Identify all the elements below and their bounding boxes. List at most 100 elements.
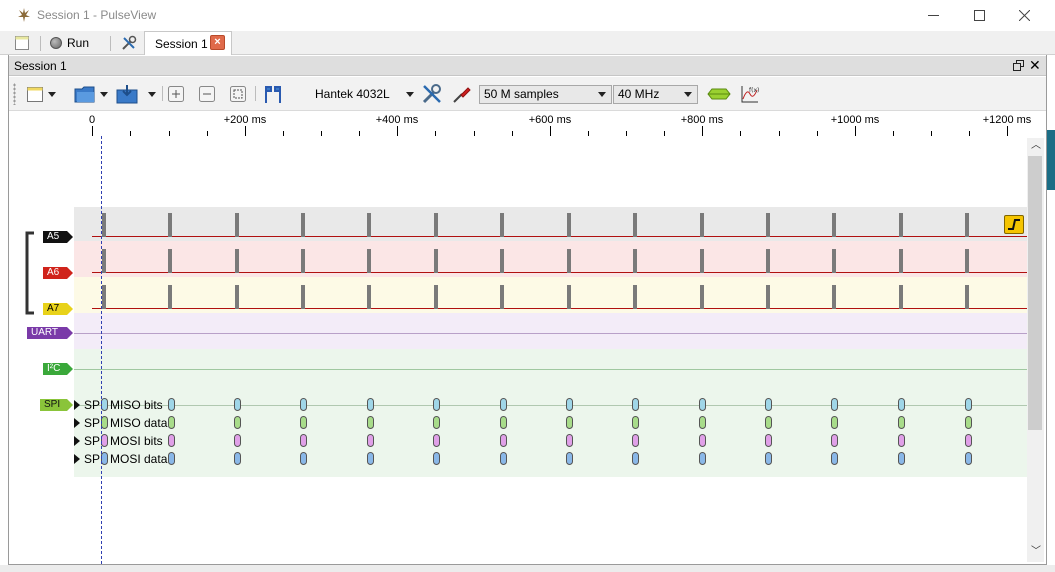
spi-row-mosi-data[interactable]: SPI: MOSI data xyxy=(74,452,167,466)
cursor-button[interactable] xyxy=(262,84,286,104)
spi-annotation[interactable] xyxy=(566,398,573,411)
spi-annotation[interactable] xyxy=(566,416,573,429)
device-config-button[interactable] xyxy=(421,84,443,104)
run-button[interactable]: Run xyxy=(50,34,89,52)
spi-annotation[interactable] xyxy=(699,398,706,411)
spi-annotation[interactable] xyxy=(965,452,972,465)
spi-annotation[interactable] xyxy=(831,398,838,411)
spi-annotation[interactable] xyxy=(765,398,772,411)
spi-annotation[interactable] xyxy=(831,434,838,447)
spi-annotation[interactable] xyxy=(765,434,772,447)
spi-annotation[interactable] xyxy=(300,434,307,447)
spi-annotation[interactable] xyxy=(300,398,307,411)
spi-annotation[interactable] xyxy=(168,416,175,429)
spi-annotation[interactable] xyxy=(433,452,440,465)
spi-annotation[interactable] xyxy=(433,434,440,447)
expand-arrow-icon[interactable] xyxy=(74,436,80,446)
minimize-button[interactable] xyxy=(910,0,956,31)
spi-annotation[interactable] xyxy=(831,452,838,465)
spi-annotation[interactable] xyxy=(632,434,639,447)
save-file-button[interactable] xyxy=(116,84,156,104)
spi-row-miso-data[interactable]: SPI: MISO data xyxy=(74,416,167,430)
spi-annotation[interactable] xyxy=(500,434,507,447)
vertical-scrollbar[interactable]: ︿ ﹀ xyxy=(1027,138,1044,562)
time-ruler[interactable]: 0 +200 ms +400 ms +600 ms +800 ms +1000 ms +12… xyxy=(74,112,1031,136)
new-session-icon[interactable] xyxy=(14,35,30,51)
spi-annotation[interactable] xyxy=(168,434,175,447)
scrollbar-thumb[interactable] xyxy=(1028,156,1042,430)
spi-annotation[interactable] xyxy=(831,416,838,429)
spi-annotation[interactable] xyxy=(699,416,706,429)
scroll-up-icon[interactable]: ︿ xyxy=(1031,141,1041,151)
trigger-marker-button[interactable] xyxy=(1004,215,1024,234)
spi-row-miso-bits[interactable]: SPI: MISO bits xyxy=(74,398,163,412)
spi-annotation[interactable] xyxy=(234,434,241,447)
spi-annotation[interactable] xyxy=(101,416,108,429)
toolbar-grip[interactable] xyxy=(13,83,16,105)
spi-annotation[interactable] xyxy=(234,452,241,465)
spi-annotation[interactable] xyxy=(699,434,706,447)
spi-annotation[interactable] xyxy=(965,398,972,411)
spi-annotation[interactable] xyxy=(898,398,905,411)
spi-annotation[interactable] xyxy=(765,416,772,429)
tab-session-1[interactable]: Session 1 × xyxy=(144,31,232,55)
probe-config-button[interactable] xyxy=(452,84,472,104)
expand-arrow-icon[interactable] xyxy=(74,454,80,464)
spi-annotation[interactable] xyxy=(632,452,639,465)
spi-annotation[interactable] xyxy=(965,416,972,429)
channel-label-a7[interactable]: A7 xyxy=(43,303,73,315)
open-file-button[interactable] xyxy=(74,84,108,104)
expand-arrow-icon[interactable] xyxy=(74,400,80,410)
decoder-label-spi[interactable]: SPI xyxy=(40,399,73,411)
maximize-button[interactable] xyxy=(956,0,1002,31)
channel-label-a5[interactable]: A5 xyxy=(43,231,73,243)
spi-annotation[interactable] xyxy=(500,452,507,465)
spi-annotation[interactable] xyxy=(965,434,972,447)
close-dock-icon[interactable]: ✕ xyxy=(1029,58,1043,72)
spi-annotation[interactable] xyxy=(101,434,108,447)
spi-annotation[interactable] xyxy=(500,398,507,411)
spi-annotation[interactable] xyxy=(101,398,108,411)
spi-annotation[interactable] xyxy=(168,452,175,465)
device-selector[interactable]: Hantek 4032L xyxy=(315,87,390,101)
zoom-out-button[interactable] xyxy=(198,84,216,104)
spi-annotation[interactable] xyxy=(234,398,241,411)
spi-annotation[interactable] xyxy=(367,434,374,447)
decoder-label-i2c[interactable]: I²C xyxy=(43,363,73,375)
spi-annotation[interactable] xyxy=(367,452,374,465)
spi-annotation[interactable] xyxy=(898,434,905,447)
spi-annotation[interactable] xyxy=(300,416,307,429)
expand-arrow-icon[interactable] xyxy=(74,418,80,428)
spi-annotation[interactable] xyxy=(566,434,573,447)
time-cursor-line[interactable] xyxy=(101,136,102,564)
spi-annotation[interactable] xyxy=(632,398,639,411)
new-view-button[interactable] xyxy=(26,84,56,104)
decoder-label-uart[interactable]: UART xyxy=(27,327,73,339)
zoom-in-button[interactable] xyxy=(167,84,185,104)
scroll-down-icon[interactable]: ﹀ xyxy=(1031,547,1041,557)
sample-count-select[interactable]: 50 M samples xyxy=(479,85,612,104)
close-tab-icon[interactable]: × xyxy=(210,35,225,50)
spi-annotation[interactable] xyxy=(765,452,772,465)
spi-annotation[interactable] xyxy=(898,416,905,429)
channel-group-bracket[interactable] xyxy=(24,231,36,315)
spi-annotation[interactable] xyxy=(566,452,573,465)
spi-annotation[interactable] xyxy=(500,416,507,429)
spi-annotation[interactable] xyxy=(101,452,108,465)
add-decoder-button[interactable] xyxy=(707,84,731,104)
spi-annotation[interactable] xyxy=(433,416,440,429)
spi-annotation[interactable] xyxy=(898,452,905,465)
spi-annotation[interactable] xyxy=(699,452,706,465)
spi-annotation[interactable] xyxy=(367,398,374,411)
spi-annotation[interactable] xyxy=(168,398,175,411)
spi-annotation[interactable] xyxy=(433,398,440,411)
chevron-down-icon[interactable] xyxy=(406,92,414,97)
spi-annotation[interactable] xyxy=(367,416,374,429)
samplerate-select[interactable]: 40 MHz xyxy=(613,85,698,104)
settings-tools-icon[interactable] xyxy=(121,35,137,51)
spi-row-mosi-bits[interactable]: SPI: MOSI bits xyxy=(74,434,163,448)
math-signal-button[interactable]: f(x) xyxy=(740,84,760,104)
float-dock-icon[interactable] xyxy=(1013,60,1024,71)
spi-annotation[interactable] xyxy=(632,416,639,429)
close-window-button[interactable] xyxy=(1001,0,1047,31)
